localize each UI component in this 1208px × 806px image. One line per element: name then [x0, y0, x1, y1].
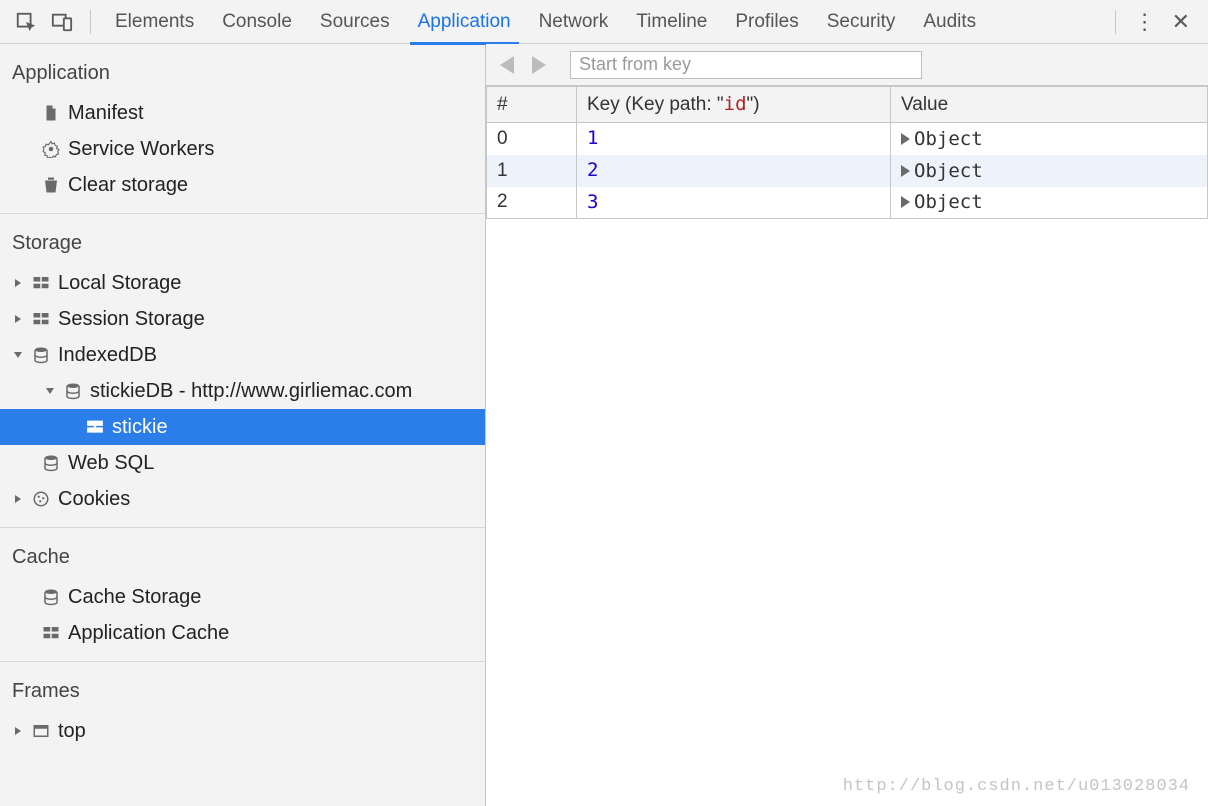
cell-value[interactable]: Object: [891, 123, 1208, 155]
sidebar-item-indexeddb-store[interactable]: stickie: [0, 409, 485, 445]
database-icon: [40, 452, 62, 474]
sidebar-item-label: top: [58, 720, 86, 743]
expand-arrow-icon[interactable]: [12, 493, 24, 505]
sidebar-item-label: Clear storage: [68, 174, 188, 197]
cell-key: 2: [577, 155, 891, 187]
tab-elements[interactable]: Elements: [101, 0, 208, 44]
cell-index: 2: [487, 187, 577, 219]
tab-console[interactable]: Console: [208, 0, 306, 44]
collapse-arrow-icon[interactable]: [44, 385, 56, 397]
watermark-text: http://blog.csdn.net/u013028034: [843, 777, 1190, 796]
indexeddb-data-table: # Key (Key path: "id") Value 01 Object 12 O…: [486, 86, 1208, 219]
table-row[interactable]: 23 Object: [487, 187, 1208, 219]
column-header-key[interactable]: Key (Key path: "id"): [577, 87, 891, 123]
cell-value[interactable]: Object: [891, 187, 1208, 219]
start-from-key-input[interactable]: [570, 51, 922, 79]
key-header-prefix: Key (Key path: ": [587, 94, 724, 115]
sidebar-item-indexeddb-database[interactable]: stickieDB - http://www.girliemac.com: [0, 373, 485, 409]
cell-key: 3: [577, 187, 891, 219]
tab-timeline[interactable]: Timeline: [622, 0, 721, 44]
key-path-id: id: [724, 93, 747, 115]
indexeddb-content: # Key (Key path: "id") Value 01 Object 12 O…: [486, 44, 1208, 806]
section-title-storage: Storage: [0, 214, 485, 265]
value-object-label: Object: [914, 160, 983, 182]
table-icon: [84, 416, 106, 438]
tab-audits[interactable]: Audits: [909, 0, 990, 44]
more-options-icon[interactable]: ⋮: [1130, 8, 1158, 36]
tab-profiles[interactable]: Profiles: [721, 0, 812, 44]
sidebar-item-label: Session Storage: [58, 308, 205, 331]
tab-sources[interactable]: Sources: [306, 0, 404, 44]
expand-arrow-icon[interactable]: [12, 725, 24, 737]
sidebar-item-session-storage[interactable]: Session Storage: [0, 301, 485, 337]
expand-arrow-icon[interactable]: [12, 313, 24, 325]
cookie-icon: [30, 488, 52, 510]
panel-tabs: Elements Console Sources Application Net…: [101, 0, 990, 43]
tab-security[interactable]: Security: [813, 0, 910, 44]
database-icon: [62, 380, 84, 402]
collapse-arrow-icon[interactable]: [12, 349, 24, 361]
cell-index: 0: [487, 123, 577, 155]
frame-icon: [30, 720, 52, 742]
table-icon: [40, 622, 62, 644]
database-icon: [40, 586, 62, 608]
expand-object-icon[interactable]: [901, 133, 910, 145]
sidebar-item-label: Service Workers: [68, 138, 214, 161]
toolbar-divider: [90, 10, 91, 34]
trash-icon: [40, 174, 62, 196]
sidebar-item-label: Local Storage: [58, 272, 181, 295]
value-object-label: Object: [914, 191, 983, 213]
expand-arrow-icon[interactable]: [12, 277, 24, 289]
sidebar-item-local-storage[interactable]: Local Storage: [0, 265, 485, 301]
sidebar-item-label: stickie: [112, 416, 168, 439]
sidebar-item-label: Cache Storage: [68, 586, 201, 609]
cell-key: 1: [577, 123, 891, 155]
sidebar-item-clear-storage[interactable]: Clear storage: [0, 167, 485, 203]
table-icon: [30, 308, 52, 330]
sidebar-item-indexeddb[interactable]: IndexedDB: [0, 337, 485, 373]
sidebar-item-cache-storage[interactable]: Cache Storage: [0, 579, 485, 615]
expand-object-icon[interactable]: [901, 165, 910, 177]
sidebar-item-application-cache[interactable]: Application Cache: [0, 615, 485, 651]
tab-network[interactable]: Network: [525, 0, 623, 44]
sidebar-item-service-workers[interactable]: Service Workers: [0, 131, 485, 167]
cell-index: 1: [487, 155, 577, 187]
sidebar-item-label: IndexedDB: [58, 344, 157, 367]
sidebar-item-label: Application Cache: [68, 622, 229, 645]
sidebar-item-label: Manifest: [68, 102, 144, 125]
application-sidebar: Application Manifest Service Workers Cle…: [0, 44, 486, 806]
cell-value[interactable]: Object: [891, 155, 1208, 187]
table-icon: [30, 272, 52, 294]
file-icon: [40, 102, 62, 124]
key-header-suffix: "): [747, 94, 760, 115]
close-icon[interactable]: ✕: [1162, 9, 1200, 35]
expand-object-icon[interactable]: [901, 196, 910, 208]
section-title-application: Application: [0, 44, 485, 95]
inspect-icon[interactable]: [12, 8, 40, 36]
section-title-cache: Cache: [0, 528, 485, 579]
sidebar-item-frame-top[interactable]: top: [0, 713, 485, 749]
sidebar-item-label: stickieDB - http://www.girliemac.com: [90, 380, 412, 403]
device-toolbar-icon[interactable]: [48, 8, 76, 36]
sidebar-item-label: Web SQL: [68, 452, 154, 475]
tab-application[interactable]: Application: [404, 0, 525, 44]
database-icon: [30, 344, 52, 366]
sidebar-item-websql[interactable]: Web SQL: [0, 445, 485, 481]
devtools-toolbar: Elements Console Sources Application Net…: [0, 0, 1208, 44]
value-object-label: Object: [914, 128, 983, 150]
section-title-frames: Frames: [0, 662, 485, 713]
column-header-index[interactable]: #: [487, 87, 577, 123]
column-header-value[interactable]: Value: [891, 87, 1208, 123]
next-page-icon[interactable]: [532, 56, 546, 74]
table-row[interactable]: 01 Object: [487, 123, 1208, 155]
main-split: Application Manifest Service Workers Cle…: [0, 44, 1208, 806]
previous-page-icon[interactable]: [500, 56, 514, 74]
sidebar-item-cookies[interactable]: Cookies: [0, 481, 485, 517]
gear-icon: [40, 138, 62, 160]
indexeddb-toolbar: [486, 44, 1208, 86]
sidebar-item-manifest[interactable]: Manifest: [0, 95, 485, 131]
table-row[interactable]: 12 Object: [487, 155, 1208, 187]
toolbar-divider: [1115, 10, 1116, 34]
sidebar-item-label: Cookies: [58, 488, 130, 511]
